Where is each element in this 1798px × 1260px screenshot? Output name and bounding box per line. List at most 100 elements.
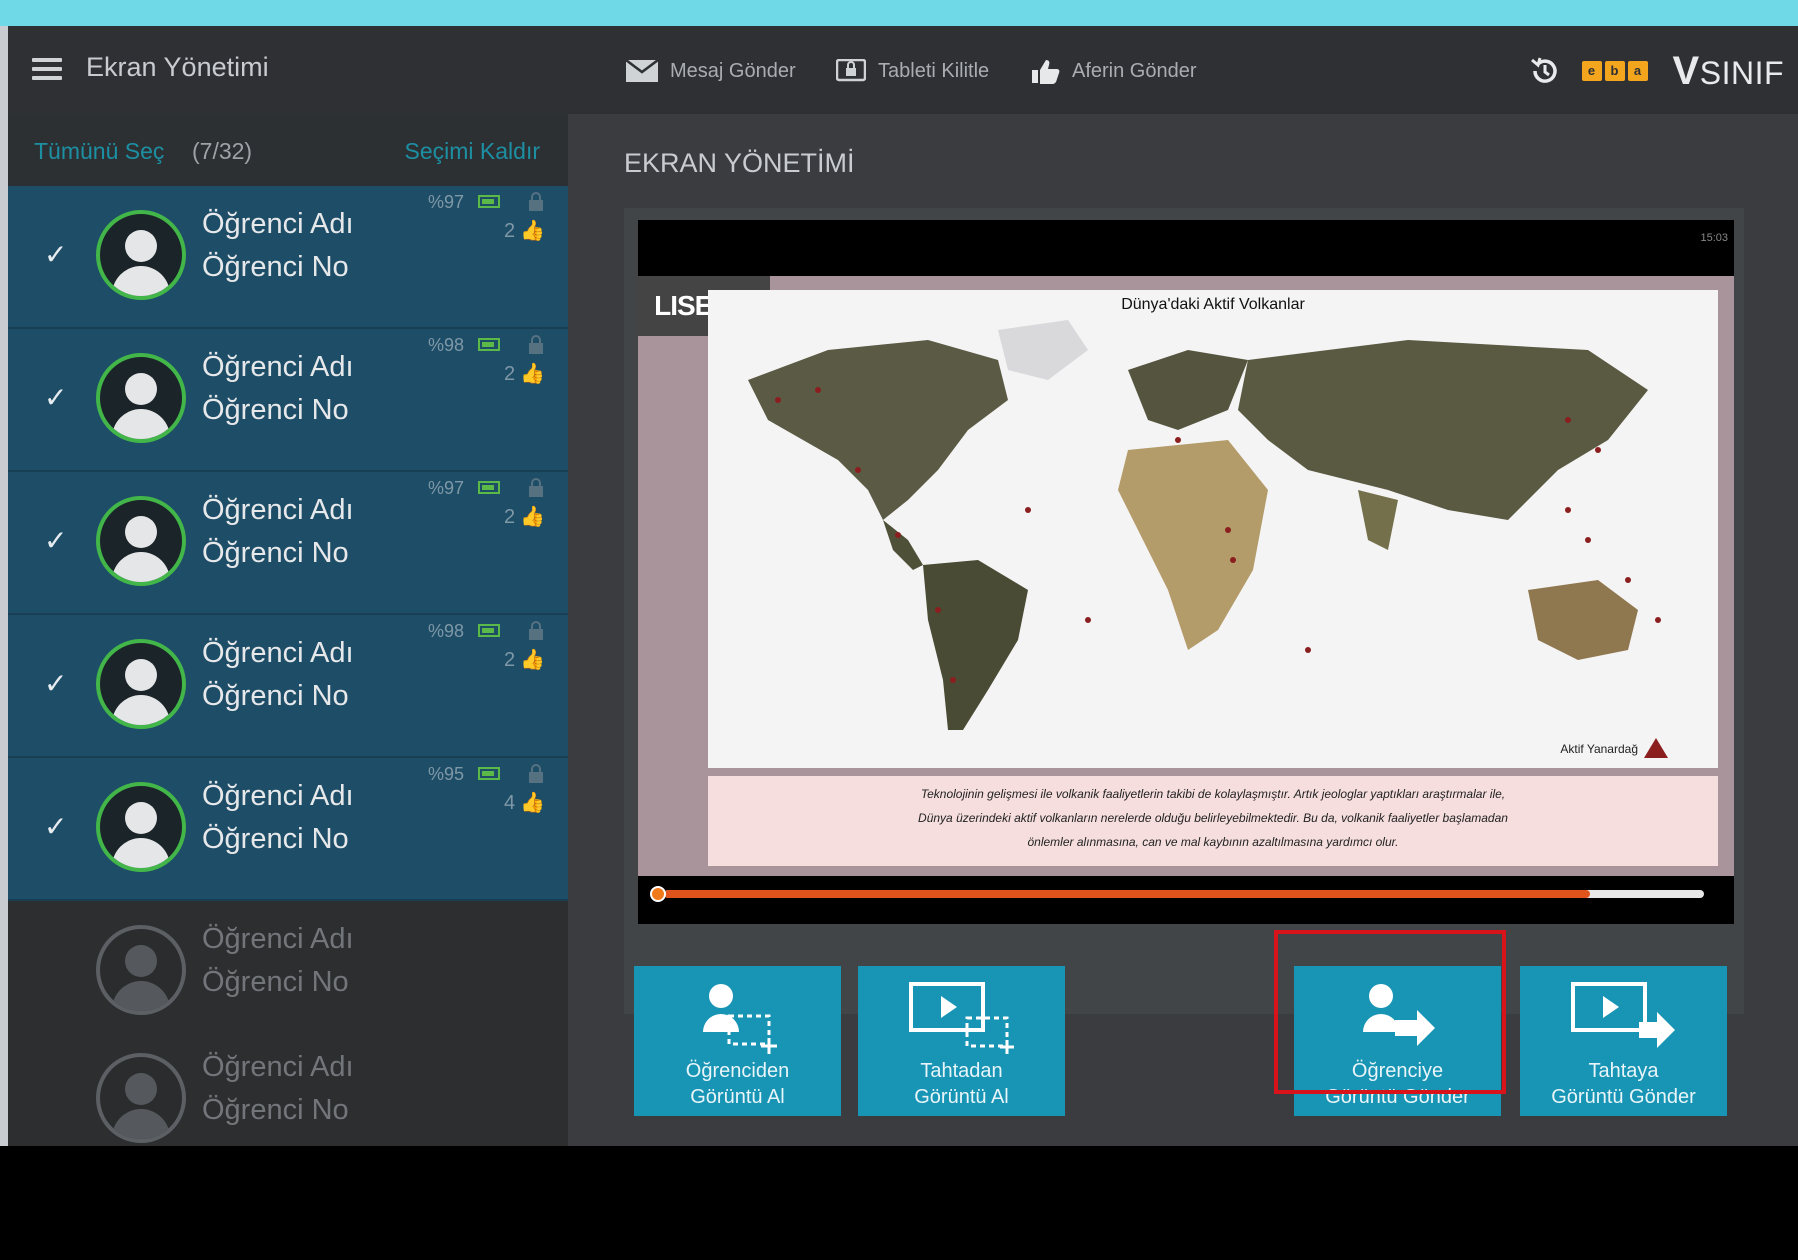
highlight-box <box>1274 930 1506 1094</box>
student-capture-icon <box>702 984 777 1054</box>
lock-icon <box>529 764 543 783</box>
left-edge <box>0 26 8 1146</box>
check-icon: ✓ <box>44 239 68 270</box>
vsinif-logo: VSINIF <box>1672 48 1784 93</box>
take-student-screenshot-button[interactable]: Öğrenciden Görüntü Al <box>634 966 841 1116</box>
student-row[interactable]: ✓ Öğrenci Adı Öğrenci No %97 2 👍 <box>8 472 568 615</box>
student-avatar <box>96 1053 186 1143</box>
student-name: Öğrenci Adı <box>202 780 354 812</box>
thumbs-up-icon: 👍 <box>520 220 545 242</box>
sidebar-header: Tümünü Seç (7/32) Seçimi Kaldır <box>8 114 568 186</box>
world-map: Dünya'daki Aktif Volkanlar Aktif Yanarda… <box>708 290 1718 768</box>
check-icon: ✓ <box>44 811 68 842</box>
battery-level: %97 <box>428 192 465 212</box>
lesson-caption: Teknolojinin gelişmesi ile volkanik faal… <box>708 776 1718 866</box>
student-screen-preview[interactable]: 15:03 LISEGO Dünya'daki Aktif Volkanlar <box>638 220 1734 924</box>
button-label: Tahtaya Görüntü Gönder <box>1551 1060 1696 1108</box>
praise-count: 2 <box>504 220 516 242</box>
battery-level: %95 <box>428 764 465 784</box>
board-send-icon <box>1570 982 1675 1048</box>
send-to-board-button[interactable]: Tahtaya Görüntü Gönder <box>1520 966 1727 1116</box>
student-avatar <box>96 782 186 872</box>
thumbs-up-icon <box>1032 60 1060 84</box>
section-title: EKRAN YÖNETİMİ <box>624 148 855 178</box>
lock-tablet-button[interactable]: Tableti Kilitle <box>836 56 989 86</box>
app-window: Ekran Yönetimi Mesaj Gönder Tableti Kili… <box>8 26 1798 1157</box>
praise-count: 2 <box>504 649 516 671</box>
header-right: eba VSINIF <box>1528 48 1784 94</box>
student-name: Öğrenci Adı <box>202 923 354 955</box>
student-number: Öğrenci No <box>202 251 349 283</box>
select-all-link[interactable]: Tümünü Seç <box>34 138 164 165</box>
world-map-graphic <box>748 320 1661 730</box>
battery-icon <box>478 624 500 637</box>
student-row[interactable]: ✓ Öğrenci Adı Öğrenci No %98 2 👍 <box>8 615 568 758</box>
lock-icon <box>529 621 543 640</box>
board-capture-icon <box>908 982 1014 1054</box>
main-panel: EKRAN YÖNETİMİ 15:03 LISEGO Dünya'daki A… <box>568 114 1798 1146</box>
video-progress-bar[interactable] <box>664 890 1704 898</box>
student-row[interactable]: ✓ Öğrenci Adı Öğrenci No %98 2 👍 <box>8 329 568 472</box>
thumbs-up-icon: 👍 <box>520 792 545 814</box>
student-avatar <box>96 353 186 443</box>
eba-logo: eba <box>1581 61 1651 81</box>
battery-level: %98 <box>428 621 465 641</box>
check-icon: ✓ <box>44 525 68 556</box>
student-row[interactable]: ✓ Öğrenci Adı Öğrenci No %97 2 👍 <box>8 186 568 329</box>
thumbs-up-icon: 👍 <box>520 649 545 671</box>
thumbs-up-icon: 👍 <box>520 363 545 385</box>
student-avatar <box>96 210 186 300</box>
thumbs-up-icon: 👍 <box>520 506 545 528</box>
button-label: Tahtadan Görüntü Al <box>914 1060 1009 1108</box>
send-praise-button[interactable]: Aferin Gönder <box>1030 56 1197 86</box>
check-icon: ✓ <box>44 668 68 699</box>
lock-icon <box>529 192 543 211</box>
history-icon[interactable] <box>1528 54 1562 88</box>
send-message-label: Mesaj Gönder <box>670 59 796 82</box>
student-name: Öğrenci Adı <box>202 1051 354 1083</box>
check-icon: ✓ <box>44 382 68 413</box>
top-accent-bar <box>0 0 1798 26</box>
student-number: Öğrenci No <box>202 823 349 855</box>
battery-icon <box>478 481 500 494</box>
praise-count: 2 <box>504 506 516 528</box>
deselect-all-link[interactable]: Seçimi Kaldır <box>405 138 540 165</box>
student-sidebar: Tümünü Seç (7/32) Seçimi Kaldır ✓ Öğrenc… <box>8 114 568 1157</box>
lock-tablet-label: Tableti Kilitle <box>878 59 990 82</box>
student-name: Öğrenci Adı <box>202 351 354 383</box>
tablet-lock-icon <box>836 59 866 82</box>
student-avatar <box>96 496 186 586</box>
student-name: Öğrenci Adı <box>202 637 354 669</box>
battery-level: %98 <box>428 335 465 355</box>
student-name: Öğrenci Adı <box>202 494 354 526</box>
send-praise-label: Aferin Gönder <box>1072 59 1197 82</box>
student-name: Öğrenci Adı <box>202 208 354 240</box>
device-status-bar: 15:03 <box>1700 232 1728 244</box>
student-row[interactable]: Öğrenci Adı Öğrenci No <box>8 901 568 1029</box>
student-number: Öğrenci No <box>202 1094 349 1126</box>
praise-count: 4 <box>504 792 516 814</box>
envelope-icon <box>626 60 658 82</box>
student-number: Öğrenci No <box>202 680 349 712</box>
button-label: Öğrenciden Görüntü Al <box>685 1060 790 1108</box>
take-board-screenshot-button[interactable]: Tahtadan Görüntü Al <box>858 966 1065 1116</box>
student-number: Öğrenci No <box>202 966 349 998</box>
battery-icon <box>478 767 500 780</box>
header-bar: Ekran Yönetimi Mesaj Gönder Tableti Kili… <box>8 26 1798 114</box>
student-number: Öğrenci No <box>202 394 349 426</box>
lock-icon <box>529 335 543 354</box>
bottom-area <box>0 1146 1798 1260</box>
play-button[interactable] <box>650 886 666 902</box>
lesson-content: LISEGO Dünya'daki Aktif Volkanlar Aktif … <box>638 276 1734 876</box>
student-row[interactable]: ✓ Öğrenci Adı Öğrenci No %95 4 👍 <box>8 758 568 901</box>
send-message-button[interactable]: Mesaj Gönder <box>626 56 796 86</box>
map-legend: Aktif Yanardağ <box>1560 742 1638 756</box>
student-avatar <box>96 639 186 729</box>
student-avatar <box>96 925 186 1015</box>
lock-icon <box>529 478 543 497</box>
battery-level: %97 <box>428 478 465 498</box>
volcano-icon <box>1644 738 1668 758</box>
student-row[interactable]: Öğrenci Adı Öğrenci No <box>8 1029 568 1157</box>
menu-icon[interactable] <box>32 58 62 80</box>
battery-icon <box>478 195 500 208</box>
